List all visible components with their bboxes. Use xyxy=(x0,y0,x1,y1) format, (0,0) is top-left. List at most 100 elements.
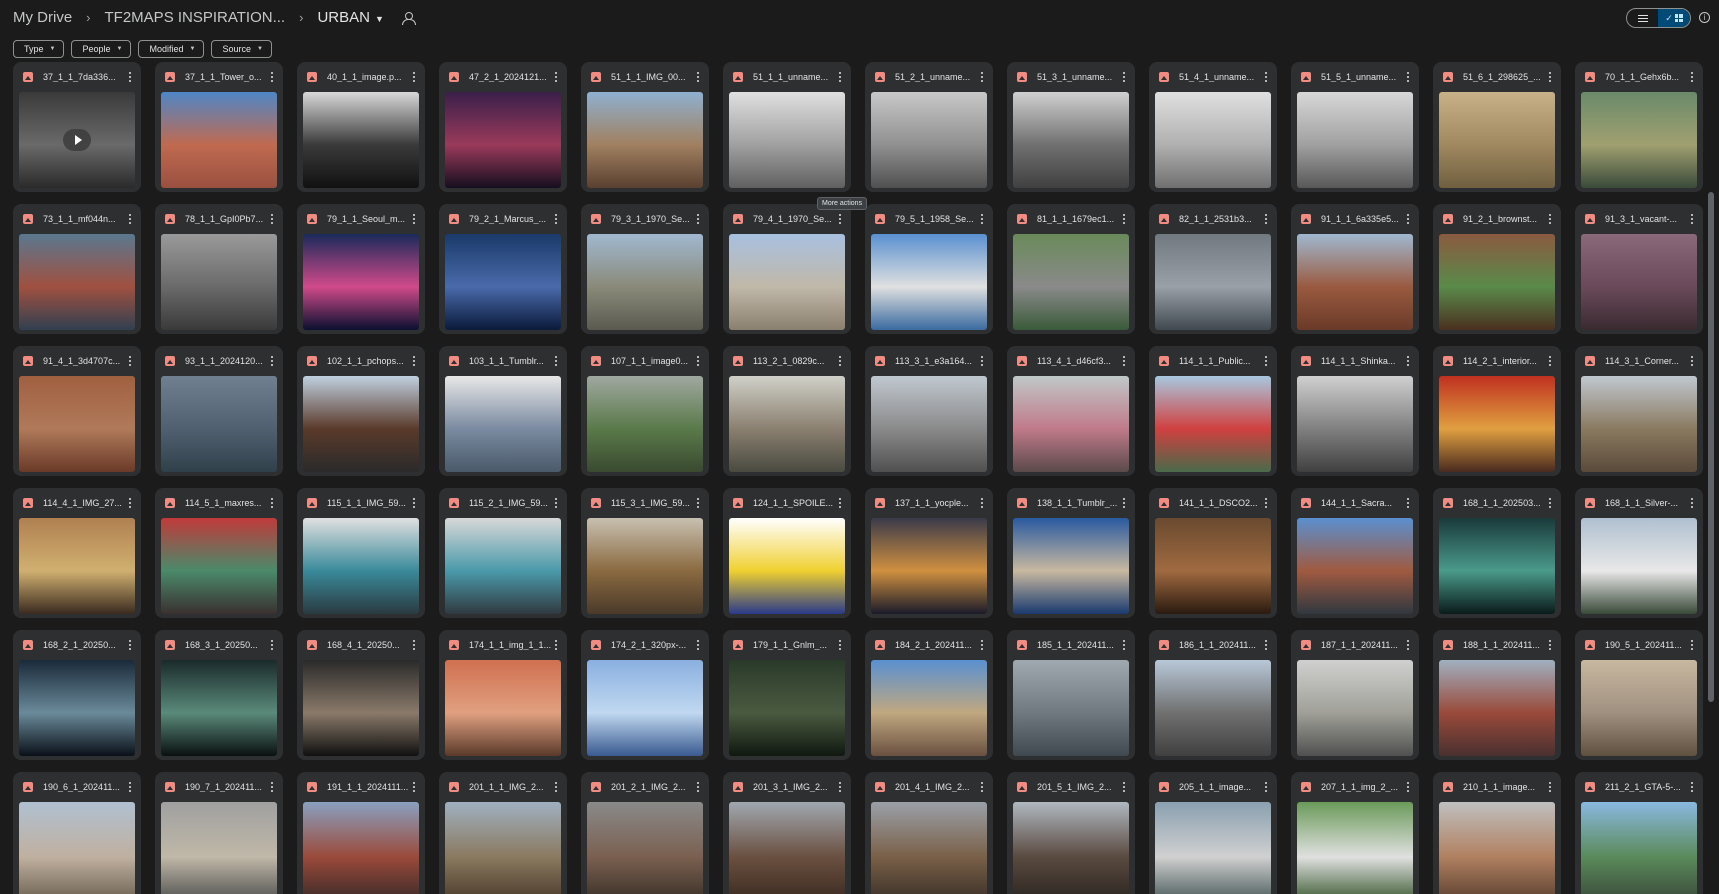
file-thumbnail[interactable] xyxy=(1155,234,1271,330)
file-card[interactable]: 168_3_1_20250... xyxy=(155,630,283,760)
more-actions-icon[interactable] xyxy=(1545,497,1555,509)
file-thumbnail[interactable] xyxy=(587,234,703,330)
file-thumbnail[interactable] xyxy=(303,802,419,894)
file-card[interactable]: 114_4_1_IMG_27... xyxy=(13,488,141,618)
breadcrumb-current-folder[interactable]: URBAN ▼ xyxy=(317,9,383,26)
more-actions-icon[interactable] xyxy=(1119,355,1129,367)
more-actions-icon[interactable] xyxy=(1261,71,1271,83)
file-thumbnail[interactable] xyxy=(1581,92,1697,188)
more-actions-icon[interactable] xyxy=(409,781,419,793)
more-actions-icon[interactable] xyxy=(1119,639,1129,651)
file-thumbnail[interactable] xyxy=(1013,518,1129,614)
file-thumbnail[interactable] xyxy=(445,802,561,894)
file-thumbnail[interactable] xyxy=(1155,802,1271,894)
file-thumbnail[interactable] xyxy=(729,234,845,330)
more-actions-icon[interactable] xyxy=(693,497,703,509)
more-actions-icon[interactable] xyxy=(125,355,135,367)
file-thumbnail[interactable] xyxy=(871,234,987,330)
file-thumbnail[interactable] xyxy=(1013,660,1129,756)
file-thumbnail[interactable] xyxy=(1581,376,1697,472)
file-thumbnail[interactable] xyxy=(19,376,135,472)
file-card[interactable]: 115_3_1_IMG_59... xyxy=(581,488,709,618)
file-card[interactable]: 103_1_1_Tumblr... xyxy=(439,346,567,476)
more-actions-icon[interactable] xyxy=(835,355,845,367)
file-card[interactable]: 211_2_1_GTA-5-... xyxy=(1575,772,1703,894)
file-card[interactable]: 37_1_1_Tower_o... xyxy=(155,62,283,192)
file-thumbnail[interactable] xyxy=(1013,802,1129,894)
file-thumbnail[interactable] xyxy=(1581,518,1697,614)
file-thumbnail[interactable] xyxy=(445,660,561,756)
file-card[interactable]: 191_1_1_2024111... xyxy=(297,772,425,894)
more-actions-icon[interactable] xyxy=(977,71,987,83)
more-actions-icon[interactable] xyxy=(835,639,845,651)
file-thumbnail[interactable] xyxy=(1439,802,1555,894)
more-actions-icon[interactable] xyxy=(551,497,561,509)
file-card[interactable]: 114_1_1_Shinka... xyxy=(1291,346,1419,476)
filter-type[interactable]: Type ▼ xyxy=(13,40,65,58)
file-card[interactable]: 168_4_1_20250... xyxy=(297,630,425,760)
breadcrumb-parent-folder[interactable]: TF2MAPS INSPIRATION... xyxy=(105,9,286,26)
file-card[interactable]: 184_2_1_202411... xyxy=(865,630,993,760)
file-card[interactable]: 79_2_1_Marcus_... xyxy=(439,204,567,334)
file-card[interactable]: 137_1_1_yocple... xyxy=(865,488,993,618)
file-thumbnail[interactable] xyxy=(303,660,419,756)
more-actions-icon[interactable] xyxy=(1687,213,1697,225)
scrollbar[interactable] xyxy=(1708,192,1714,702)
more-actions-icon[interactable] xyxy=(125,639,135,651)
more-actions-icon[interactable] xyxy=(977,639,987,651)
more-actions-icon[interactable] xyxy=(1687,497,1697,509)
file-thumbnail[interactable] xyxy=(445,376,561,472)
more-actions-icon[interactable] xyxy=(267,213,277,225)
more-actions-icon[interactable] xyxy=(977,497,987,509)
file-thumbnail[interactable] xyxy=(587,518,703,614)
file-thumbnail[interactable] xyxy=(19,660,135,756)
more-actions-icon[interactable] xyxy=(1261,497,1271,509)
more-actions-icon[interactable] xyxy=(1545,71,1555,83)
file-card[interactable]: 51_6_1_298625_... xyxy=(1433,62,1561,192)
more-actions-icon[interactable] xyxy=(125,781,135,793)
list-view-button[interactable] xyxy=(1627,9,1658,27)
file-card[interactable]: 190_5_1_202411... xyxy=(1575,630,1703,760)
file-thumbnail[interactable] xyxy=(729,518,845,614)
file-thumbnail[interactable] xyxy=(1439,376,1555,472)
more-actions-icon[interactable] xyxy=(1261,355,1271,367)
file-thumbnail[interactable] xyxy=(303,92,419,188)
file-thumbnail[interactable] xyxy=(1439,234,1555,330)
file-thumbnail[interactable] xyxy=(587,376,703,472)
file-card[interactable]: 51_5_1_unname... xyxy=(1291,62,1419,192)
file-thumbnail[interactable] xyxy=(19,802,135,894)
file-thumbnail[interactable] xyxy=(161,518,277,614)
file-thumbnail[interactable] xyxy=(871,802,987,894)
more-actions-icon[interactable] xyxy=(1403,213,1413,225)
more-actions-icon[interactable] xyxy=(1119,71,1129,83)
more-actions-icon[interactable] xyxy=(1261,639,1271,651)
file-card[interactable]: 51_1_1_IMG_00... xyxy=(581,62,709,192)
more-actions-icon[interactable] xyxy=(1545,639,1555,651)
file-card[interactable]: 207_1_1_img_2_... xyxy=(1291,772,1419,894)
file-card[interactable]: 114_2_1_interior... xyxy=(1433,346,1561,476)
file-card[interactable]: 107_1_1_image0... xyxy=(581,346,709,476)
file-card[interactable]: 114_5_1_maxres... xyxy=(155,488,283,618)
file-card[interactable]: 141_1_1_DSCO2... xyxy=(1149,488,1277,618)
file-card[interactable]: 144_1_1_Sacra... xyxy=(1291,488,1419,618)
more-actions-icon[interactable] xyxy=(835,497,845,509)
file-thumbnail[interactable] xyxy=(1581,234,1697,330)
file-card[interactable]: 91_2_1_brownst... xyxy=(1433,204,1561,334)
file-thumbnail[interactable] xyxy=(303,376,419,472)
file-card[interactable]: 79_5_1_1958_Se... xyxy=(865,204,993,334)
file-card[interactable]: 205_1_1_image... xyxy=(1149,772,1277,894)
file-thumbnail[interactable] xyxy=(161,234,277,330)
file-thumbnail[interactable] xyxy=(1155,376,1271,472)
file-card[interactable]: 82_1_1_2531b3... xyxy=(1149,204,1277,334)
file-card[interactable]: 201_1_1_IMG_2... xyxy=(439,772,567,894)
file-thumbnail[interactable] xyxy=(1581,660,1697,756)
file-card[interactable]: 113_2_1_0829c... xyxy=(723,346,851,476)
more-actions-icon[interactable] xyxy=(835,213,845,225)
file-thumbnail[interactable] xyxy=(19,518,135,614)
more-actions-icon[interactable] xyxy=(1687,639,1697,651)
file-card[interactable]: 186_1_1_202411... xyxy=(1149,630,1277,760)
more-actions-icon[interactable] xyxy=(1403,639,1413,651)
file-card[interactable]: 201_3_1_IMG_2... xyxy=(723,772,851,894)
more-actions-icon[interactable] xyxy=(1403,497,1413,509)
file-thumbnail[interactable] xyxy=(729,802,845,894)
